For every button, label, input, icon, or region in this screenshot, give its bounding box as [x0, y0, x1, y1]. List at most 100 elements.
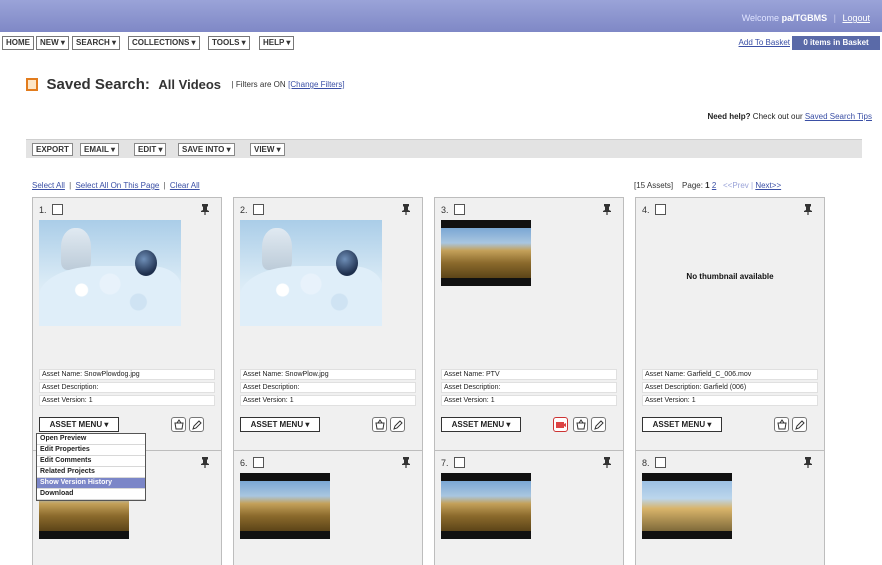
prev-link: <<Prev [722, 181, 749, 190]
snow-bank [240, 266, 382, 326]
clear-all-link[interactable]: Clear All [170, 181, 200, 190]
pin-icon[interactable] [601, 203, 613, 215]
asset-menu-button[interactable]: ASSET MENU ▾ [240, 417, 320, 432]
menu-home[interactable]: HOME [2, 36, 34, 50]
saved-search-tips-link[interactable]: Saved Search Tips [805, 112, 872, 121]
pin-icon[interactable] [802, 456, 814, 468]
select-checkbox[interactable] [655, 457, 666, 468]
asset-menu-button[interactable]: ASSET MENU ▾ [39, 417, 119, 432]
asset-thumbnail[interactable] [240, 220, 382, 326]
menu-edit-properties[interactable]: Edit Properties [37, 445, 145, 456]
menu-download[interactable]: Download [37, 489, 145, 500]
basket-icon[interactable] [774, 417, 789, 432]
asset-version-field: Asset Version: 1 [441, 395, 617, 406]
select-checkbox[interactable] [253, 204, 264, 215]
pin-icon[interactable] [601, 456, 613, 468]
select-checkbox[interactable] [52, 204, 63, 215]
edit-icon[interactable] [189, 417, 204, 432]
assets-count: [15 Assets] [634, 181, 674, 190]
asset-description-field: Asset Description: [39, 382, 215, 393]
menu-edit-comments[interactable]: Edit Comments [37, 456, 145, 467]
items-in-basket-button[interactable]: 0 items in Basket [792, 36, 880, 50]
basket-icon[interactable] [372, 417, 387, 432]
asset-thumbnail[interactable] [441, 473, 531, 539]
view-button[interactable]: VIEW ▾ [250, 143, 285, 156]
select-checkbox[interactable] [253, 457, 264, 468]
card-number: 3. [441, 205, 449, 215]
menu-show-version-history[interactable]: Show Version History [37, 478, 145, 489]
welcome-area: Welcome pa/TGBMS | Logout [742, 13, 870, 23]
edit-icon[interactable] [792, 417, 807, 432]
asset-menu-button[interactable]: ASSET MENU ▾ [642, 417, 722, 432]
video-icon[interactable] [553, 417, 568, 432]
asset-menu-button[interactable]: ASSET MENU ▾ [441, 417, 521, 432]
pager: [15 Assets] Page: 1 2 <<Prev | Next>> [634, 181, 781, 190]
page-title: Saved Search: All Videos | Filters are O… [26, 76, 345, 93]
title-label: Saved Search: [46, 76, 150, 93]
menu-search[interactable]: SEARCH ▾ [72, 36, 121, 50]
select-all-link[interactable]: Select All [32, 181, 65, 190]
menu-related-projects[interactable]: Related Projects [37, 467, 145, 478]
asset-thumbnail[interactable] [39, 220, 181, 326]
asset-card: 3. Asset Name: PTV Asset Description: As… [434, 197, 624, 452]
asset-description-field: Asset Description: [441, 382, 617, 393]
asset-card: 1. Asset Name: SnowPlowdog.jpg Asset Des… [32, 197, 222, 452]
card-number: 6. [240, 458, 248, 468]
top-bar: Welcome pa/TGBMS | Logout [0, 0, 882, 32]
next-link[interactable]: Next>> [755, 181, 781, 190]
filters-status: | Filters are ON [231, 80, 286, 89]
asset-thumbnail[interactable] [441, 220, 531, 286]
pin-icon[interactable] [199, 203, 211, 215]
menu-open-preview[interactable]: Open Preview [37, 434, 145, 445]
video-frame [240, 481, 330, 531]
selection-links: Select All | Select All On This Page | C… [32, 181, 200, 190]
change-filters-link[interactable]: [Change Filters] [288, 80, 344, 89]
menu-collections[interactable]: COLLECTIONS ▾ [128, 36, 200, 50]
pin-icon[interactable] [802, 203, 814, 215]
action-toolbar: EXPORT EMAIL ▾ EDIT ▾ SAVE INTO ▾ VIEW ▾ [26, 139, 862, 158]
select-page-link[interactable]: Select All On This Page [75, 181, 159, 190]
add-to-basket-link[interactable]: Add To Basket [739, 38, 790, 47]
asset-name-field: Asset Name: PTV [441, 369, 617, 380]
select-checkbox[interactable] [454, 457, 465, 468]
asset-card: 4. No thumbnail available Asset Name: Ga… [635, 197, 825, 452]
select-checkbox[interactable] [655, 204, 666, 215]
asset-card: 8. [635, 450, 825, 565]
asset-thumbnail[interactable] [642, 473, 732, 539]
pin-icon[interactable] [199, 456, 211, 468]
pin-icon[interactable] [400, 203, 412, 215]
search-name: All Videos [158, 77, 222, 92]
basket-icon[interactable] [171, 417, 186, 432]
menu-new[interactable]: NEW ▾ [36, 36, 69, 50]
no-thumbnail-text: No thumbnail available [686, 272, 774, 281]
mascot-figure [61, 228, 91, 270]
video-frame [642, 481, 732, 531]
dog-figure [336, 250, 358, 276]
basket-icon[interactable] [573, 417, 588, 432]
logout-link[interactable]: Logout [842, 13, 870, 23]
save-into-button[interactable]: SAVE INTO ▾ [178, 143, 235, 156]
video-frame [441, 481, 531, 531]
separator: | [163, 181, 166, 190]
asset-description-field: Asset Description: [240, 382, 416, 393]
asset-card: 7. [434, 450, 624, 565]
page-2-link[interactable]: 2 [712, 181, 716, 190]
asset-version-field: Asset Version: 1 [642, 395, 818, 406]
pin-icon[interactable] [400, 456, 412, 468]
asset-thumbnail[interactable] [240, 473, 330, 539]
edit-icon[interactable] [390, 417, 405, 432]
export-button[interactable]: EXPORT [32, 143, 73, 156]
email-button[interactable]: EMAIL ▾ [80, 143, 119, 156]
edit-button[interactable]: EDIT ▾ [134, 143, 167, 156]
video-frame [441, 228, 531, 278]
menu-tools[interactable]: TOOLS ▾ [208, 36, 250, 50]
mascot-figure [262, 228, 292, 270]
asset-description-field: Asset Description: Garfield (006) [642, 382, 818, 393]
asset-version-field: Asset Version: 1 [240, 395, 416, 406]
edit-icon[interactable] [591, 417, 606, 432]
welcome-prefix: Welcome [741, 13, 780, 23]
card-number: 1. [39, 205, 47, 215]
asset-card: 6. [233, 450, 423, 565]
menu-help[interactable]: HELP ▾ [259, 36, 295, 50]
select-checkbox[interactable] [454, 204, 465, 215]
